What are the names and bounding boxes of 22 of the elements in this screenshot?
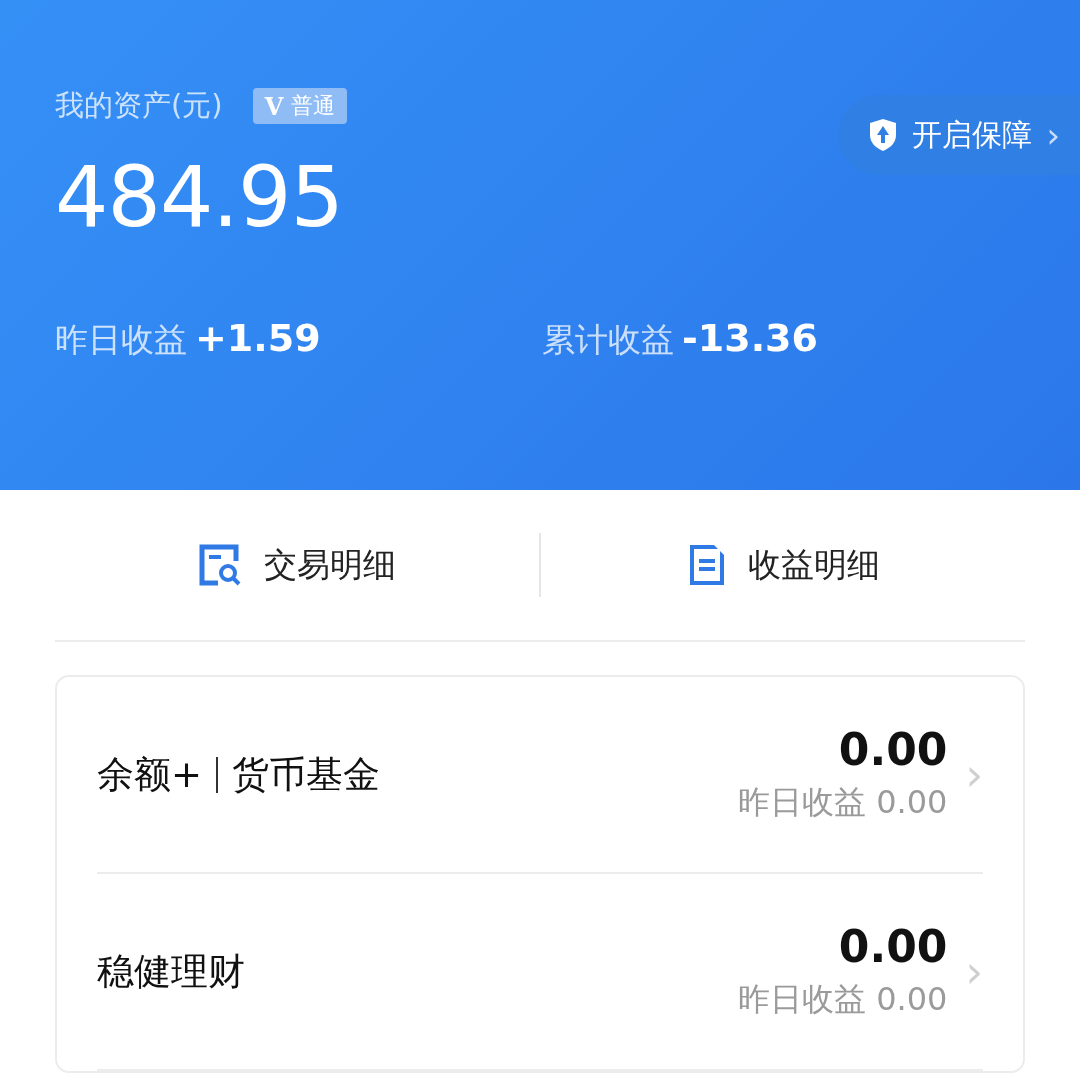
- detail-link[interactable]: 交易明细: [55, 532, 539, 598]
- assets-label: 我的资产(元): [55, 87, 223, 124]
- earnings-value: -13.36: [682, 316, 818, 360]
- product-name: 余额+: [97, 751, 202, 798]
- earnings-label: 昨日收益: [55, 319, 187, 361]
- product-amount: 0.00: [838, 724, 948, 775]
- chevron-icon: ›: [965, 749, 983, 800]
- badge-letter: V: [264, 91, 284, 121]
- yesterday-earnings: 昨日收益 0.00: [737, 979, 948, 1020]
- product-name: 稳健理财: [97, 948, 245, 995]
- search-document-icon: [198, 543, 242, 587]
- protect-button[interactable]: 开启保障 ›: [838, 95, 1080, 175]
- earnings-label: 累计收益: [542, 319, 674, 361]
- product-tag: 货币基金: [232, 749, 380, 800]
- badge-label: 普通: [291, 92, 336, 120]
- detail-link[interactable]: 收益明细: [541, 532, 1025, 598]
- total-assets: 484.95: [55, 148, 344, 246]
- yesterday-earnings: 昨日收益 0.00: [737, 782, 948, 823]
- product-amount: 0.00: [838, 921, 948, 972]
- earnings-value: +1.59: [195, 316, 321, 360]
- chevron-icon: ›: [965, 946, 983, 997]
- shield-icon: [868, 118, 899, 152]
